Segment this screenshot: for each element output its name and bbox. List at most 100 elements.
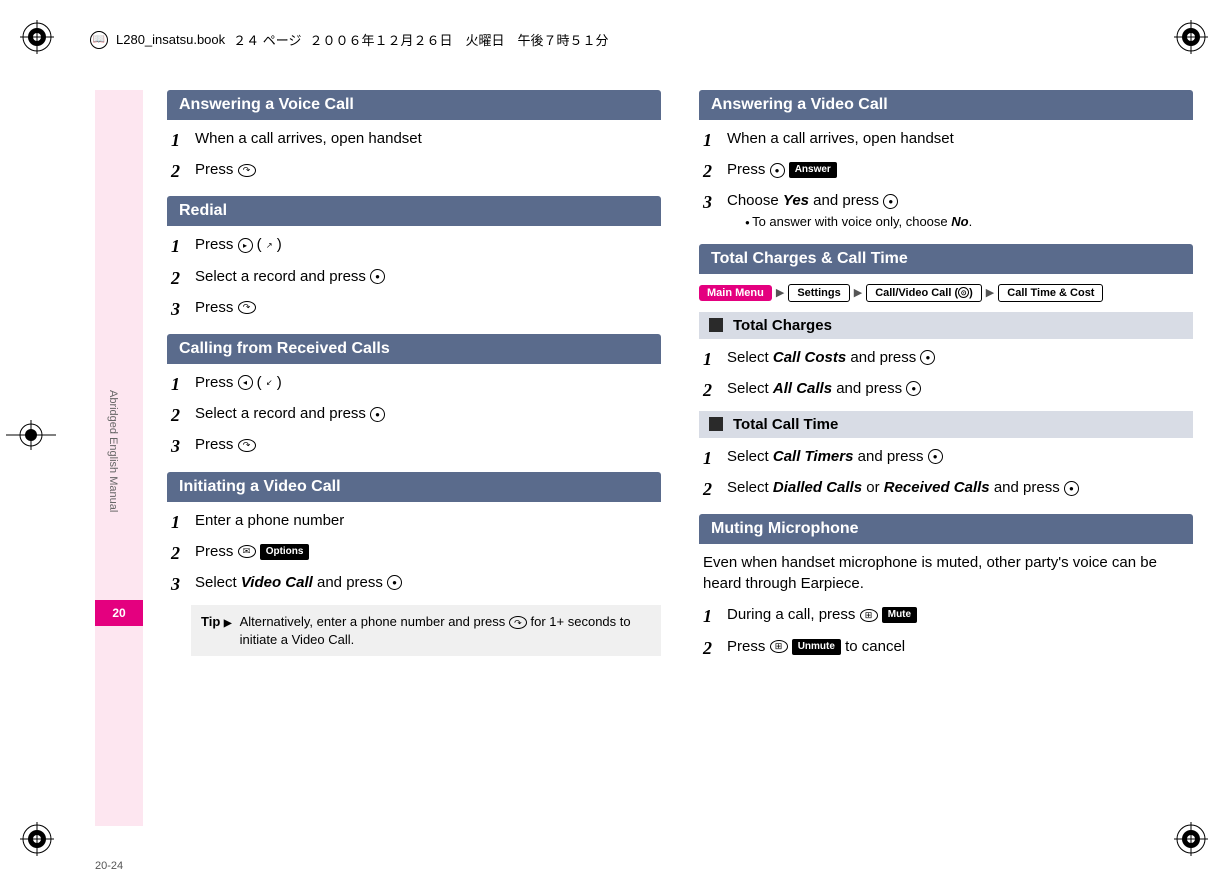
step-text: Press ▸ (↗): [195, 234, 661, 255]
document-header: 📖 L280_insatsu.book ２４ ページ ２００６年１２月２６日 火…: [90, 30, 1188, 49]
right-key-icon: ▸: [238, 238, 253, 253]
step-number: 2: [171, 403, 187, 428]
center-key-icon: ●: [370, 269, 385, 284]
tip-label: Tip ▶: [201, 613, 232, 648]
step-number: 2: [171, 541, 187, 566]
step-number: 1: [703, 446, 719, 471]
crop-mark: [6, 420, 56, 450]
step-text: Select Call Costs and press ●: [727, 347, 1193, 368]
header-page-info: ２４ ページ: [233, 30, 301, 49]
softkey-answer: Answer: [789, 162, 837, 178]
crop-registration-mark: [20, 20, 54, 54]
step-text: Select All Calls and press ●: [727, 378, 1193, 399]
step-number: 1: [171, 128, 187, 153]
step-text: Select a record and press ●: [195, 266, 661, 287]
step-text: Select Dialled Calls or Received Calls a…: [727, 477, 1193, 498]
menu-breadcrumb: Main Menu ▶ Settings ▶ Call/Video Call (…: [699, 284, 1193, 302]
chevron-right-icon: ▶: [986, 286, 994, 299]
crop-registration-mark: [1174, 822, 1208, 856]
side-tab: 20: [95, 600, 143, 626]
book-icon: 📖: [90, 31, 108, 49]
step-number: 1: [703, 128, 719, 153]
section-answering-video-call: Answering a Video Call: [699, 90, 1193, 120]
nav-settings: Settings: [788, 284, 849, 302]
crop-registration-mark: [20, 822, 54, 856]
nav-main-menu: Main Menu: [699, 285, 772, 301]
step-number: 1: [703, 347, 719, 372]
nav-call-time-cost: Call Time & Cost: [998, 284, 1103, 302]
nav-call-video: Call/Video Call (⊙): [866, 284, 982, 302]
section-calling-from-received: Calling from Received Calls: [167, 334, 661, 364]
page-number: 20-24: [95, 860, 123, 872]
step-text: Press ◂ (↙): [195, 372, 661, 393]
step-text: Select a record and press ●: [195, 403, 661, 424]
step-text: Select Video Call and press ●: [195, 572, 661, 593]
step-number: 1: [703, 604, 719, 629]
right-column: Answering a Video Call 1 When a call arri…: [699, 90, 1193, 826]
subsection-total-charges: Total Charges: [699, 312, 1193, 339]
header-date: ２００６年１２月２６日 火曜日 午後７時５１分: [310, 30, 609, 49]
call-key-icon: ↷: [238, 301, 256, 314]
chevron-right-icon: ▶: [854, 286, 862, 299]
step-number: 2: [703, 477, 719, 502]
step-number: 3: [171, 572, 187, 597]
mail-key-icon: ✉: [238, 545, 256, 558]
left-column: Answering a Voice Call 1 When a call arri…: [167, 90, 661, 826]
section-muting-microphone: Muting Microphone: [699, 514, 1193, 544]
shortcut-key-icon: ⊞: [770, 640, 788, 653]
incoming-icon: ↙: [262, 375, 277, 390]
step-text: Press ⊞ Unmute to cancel: [727, 636, 1193, 657]
step-number: 1: [171, 234, 187, 259]
tip-box: Tip ▶ Alternatively, enter a phone numbe…: [191, 605, 661, 656]
call-key-icon: ↷: [509, 616, 527, 629]
tip-text: Alternatively, enter a phone number and …: [240, 613, 651, 648]
call-key-icon: ↷: [238, 439, 256, 452]
section-initiating-video-call: Initiating a Video Call: [167, 472, 661, 502]
center-key-icon: ●: [906, 381, 921, 396]
side-label: Abridged English Manual: [107, 390, 119, 512]
section-description: Even when handset microphone is muted, o…: [703, 552, 1193, 594]
outgoing-icon: ↗: [262, 238, 277, 253]
center-key-icon: ●: [770, 163, 785, 178]
step-number: 3: [703, 190, 719, 215]
step-text: Press ↷: [195, 297, 661, 318]
nav-key-icon: ⊙: [958, 287, 969, 298]
step-text: Press ✉ Options: [195, 541, 661, 562]
center-key-icon: ●: [928, 449, 943, 464]
call-key-icon: ↷: [238, 164, 256, 177]
center-key-icon: ●: [387, 575, 402, 590]
header-filename: L280_insatsu.book: [116, 32, 225, 47]
section-answering-voice-call: Answering a Voice Call: [167, 90, 661, 120]
center-key-icon: ●: [1064, 481, 1079, 496]
step-text: During a call, press ⊞ Mute: [727, 604, 1193, 625]
step-text: Enter a phone number: [195, 510, 661, 531]
section-total-charges-call-time: Total Charges & Call Time: [699, 244, 1193, 274]
step-number: 2: [171, 266, 187, 291]
step-number: 3: [171, 297, 187, 322]
step-text: When a call arrives, open handset: [195, 128, 661, 149]
center-key-icon: ●: [883, 194, 898, 209]
step-text: Press ● Answer: [727, 159, 1193, 180]
step-number: 3: [171, 434, 187, 459]
page-content: Abridged English Manual 20 20-24 Answeri…: [95, 90, 1193, 826]
step-number: 2: [703, 636, 719, 661]
square-bullet-icon: [709, 417, 723, 431]
shortcut-key-icon: ⊞: [860, 609, 878, 622]
step-text: When a call arrives, open handset: [727, 128, 1193, 149]
softkey-mute: Mute: [882, 607, 917, 623]
left-margin-strip: Abridged English Manual 20: [95, 90, 143, 826]
section-redial: Redial: [167, 196, 661, 226]
left-key-icon: ◂: [238, 375, 253, 390]
step-number: 2: [703, 378, 719, 403]
step-number: 2: [171, 159, 187, 184]
softkey-options: Options: [260, 544, 310, 560]
step-note: To answer with voice only, choose No.: [745, 213, 1193, 231]
step-number: 1: [171, 372, 187, 397]
subsection-total-call-time: Total Call Time: [699, 411, 1193, 438]
step-number: 1: [171, 510, 187, 535]
step-text: Press ↷: [195, 159, 661, 180]
square-bullet-icon: [709, 318, 723, 332]
center-key-icon: ●: [920, 350, 935, 365]
center-key-icon: ●: [370, 407, 385, 422]
step-text: Select Call Timers and press ●: [727, 446, 1193, 467]
